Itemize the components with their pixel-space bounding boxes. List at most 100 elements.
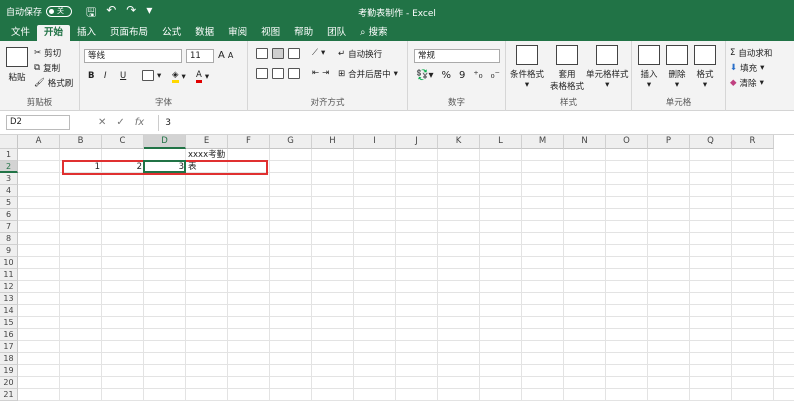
tab-help[interactable]: 帮助 (287, 25, 320, 41)
row-header-20[interactable]: 20 (0, 377, 18, 389)
indent-buttons[interactable]: ⇤ ⇥ (312, 68, 329, 78)
increase-decimal-icon[interactable]: ⁺₀ (473, 70, 482, 81)
italic-button[interactable]: I (104, 71, 107, 81)
column-header-l[interactable]: L (480, 135, 522, 149)
currency-icon[interactable]: 💱▾ (416, 70, 433, 81)
row-header-8[interactable]: 8 (0, 233, 18, 245)
column-header-k[interactable]: K (438, 135, 480, 149)
format-as-table-button[interactable]: 套用 表格格式 (550, 45, 584, 92)
row-header-12[interactable]: 12 (0, 281, 18, 293)
tab-formulas[interactable]: 公式 (155, 25, 188, 41)
wrap-text-button[interactable]: ↵ 自动换行 (338, 48, 382, 60)
column-header-b[interactable]: B (60, 135, 102, 149)
enter-icon[interactable]: ✓ (116, 117, 124, 128)
align-bottom-icon[interactable] (288, 48, 300, 59)
insert-cells-button[interactable]: 插入 ▾ (638, 45, 660, 90)
clear-button[interactable]: ◆ 清除 ▾ (730, 77, 764, 89)
underline-button[interactable]: U (120, 71, 126, 81)
font-name-select[interactable]: 等线 (84, 49, 182, 63)
row-header-17[interactable]: 17 (0, 341, 18, 353)
column-header-g[interactable]: G (270, 135, 312, 149)
decrease-indent-icon[interactable]: ⇤ (312, 68, 319, 78)
tab-review[interactable]: 审阅 (221, 25, 254, 41)
column-header-d[interactable]: D (144, 135, 186, 149)
column-header-a[interactable]: A (18, 135, 60, 149)
column-header-o[interactable]: O (606, 135, 648, 149)
row-header-5[interactable]: 5 (0, 197, 18, 209)
name-box[interactable]: D2 (6, 115, 70, 130)
row-header-9[interactable]: 9 (0, 245, 18, 257)
fill-color-button[interactable]: ◈ ▾ (172, 70, 186, 83)
column-header-q[interactable]: Q (690, 135, 732, 149)
merge-center-button[interactable]: ⊞ 合并后居中 ▾ (338, 68, 398, 80)
copy-button[interactable]: ⧉ 复制 (34, 62, 60, 74)
increase-indent-icon[interactable]: ⇥ (322, 68, 329, 78)
decrease-decimal-icon[interactable]: ₀⁻ (491, 70, 500, 81)
tab-page-layout[interactable]: 页面布局 (103, 25, 155, 41)
horizontal-align-buttons[interactable] (256, 68, 300, 79)
row-header-13[interactable]: 13 (0, 293, 18, 305)
row-header-11[interactable]: 11 (0, 269, 18, 281)
align-right-icon[interactable] (288, 68, 300, 79)
bold-button[interactable]: B (88, 71, 94, 81)
cell-styles-button[interactable]: 单元格样式 ▾ (586, 45, 629, 90)
row-header-15[interactable]: 15 (0, 317, 18, 329)
tab-data[interactable]: 数据 (188, 25, 221, 41)
column-header-f[interactable]: F (228, 135, 270, 149)
insert-function-button[interactable]: fx (135, 117, 144, 128)
row-header-18[interactable]: 18 (0, 353, 18, 365)
row-header-3[interactable]: 3 (0, 173, 18, 185)
row-header-4[interactable]: 4 (0, 185, 18, 197)
active-cell-d2[interactable] (143, 160, 186, 173)
conditional-format-button[interactable]: 条件格式 ▾ (510, 45, 544, 90)
tab-insert[interactable]: 插入 (70, 25, 103, 41)
orientation-button[interactable]: ⟋ ▾ (312, 48, 325, 58)
comma-button[interactable]: 9 (459, 70, 465, 81)
autosum-button[interactable]: Σ 自动求和 (730, 47, 772, 59)
select-all-corner[interactable] (0, 135, 18, 149)
tab-file[interactable]: 文件 (4, 25, 37, 41)
tab-team[interactable]: 团队 (320, 25, 353, 41)
row-header-14[interactable]: 14 (0, 305, 18, 317)
format-cells-button[interactable]: 格式 ▾ (694, 45, 716, 90)
tab-search[interactable]: ⌕ 搜索 (353, 25, 394, 41)
cancel-icon[interactable]: ✕ (98, 117, 106, 128)
percent-button[interactable]: % (441, 70, 451, 81)
align-top-icon[interactable] (256, 48, 268, 59)
format-painter-button[interactable]: 🖌 格式刷 (34, 77, 73, 89)
row-header-7[interactable]: 7 (0, 221, 18, 233)
column-header-h[interactable]: H (312, 135, 354, 149)
number-format-select[interactable]: 常规 (414, 49, 500, 63)
cut-button[interactable]: ✂ 剪切 (34, 47, 61, 59)
formula-input[interactable]: 3 (158, 114, 794, 131)
row-header-6[interactable]: 6 (0, 209, 18, 221)
align-center-icon[interactable] (272, 68, 284, 79)
font-size-select[interactable]: 11 (186, 49, 214, 63)
column-header-p[interactable]: P (648, 135, 690, 149)
tab-home[interactable]: 开始 (37, 25, 71, 41)
column-header-c[interactable]: C (102, 135, 144, 149)
row-header-2[interactable]: 2 (0, 161, 18, 173)
align-middle-icon[interactable] (272, 48, 284, 59)
column-header-i[interactable]: I (354, 135, 396, 149)
font-grow-button[interactable]: AA (218, 50, 233, 61)
worksheet-grid[interactable]: A B C D E F G H I J K L M N O P Q R 1 2 3 4 5 6 7 8 9 10 11 12 13 14 15 1… (0, 135, 794, 401)
column-header-e[interactable]: E (186, 135, 228, 149)
border-button[interactable]: ▾ (142, 70, 161, 81)
fill-button[interactable]: ⬇ 填充 ▾ (730, 62, 764, 74)
row-header-21[interactable]: 21 (0, 389, 18, 401)
column-header-j[interactable]: J (396, 135, 438, 149)
row-header-1[interactable]: 1 (0, 149, 18, 161)
paste-button[interactable]: 粘贴 (6, 47, 28, 83)
font-color-button[interactable]: A ▾ (196, 70, 209, 83)
column-header-m[interactable]: M (522, 135, 564, 149)
align-left-icon[interactable] (256, 68, 268, 79)
row-header-19[interactable]: 19 (0, 365, 18, 377)
column-header-r[interactable]: R (732, 135, 774, 149)
delete-cells-button[interactable]: 删除 ▾ (666, 45, 688, 90)
column-header-n[interactable]: N (564, 135, 606, 149)
tab-view[interactable]: 视图 (254, 25, 287, 41)
row-header-16[interactable]: 16 (0, 329, 18, 341)
row-header-10[interactable]: 10 (0, 257, 18, 269)
vertical-align-buttons[interactable] (256, 48, 300, 59)
